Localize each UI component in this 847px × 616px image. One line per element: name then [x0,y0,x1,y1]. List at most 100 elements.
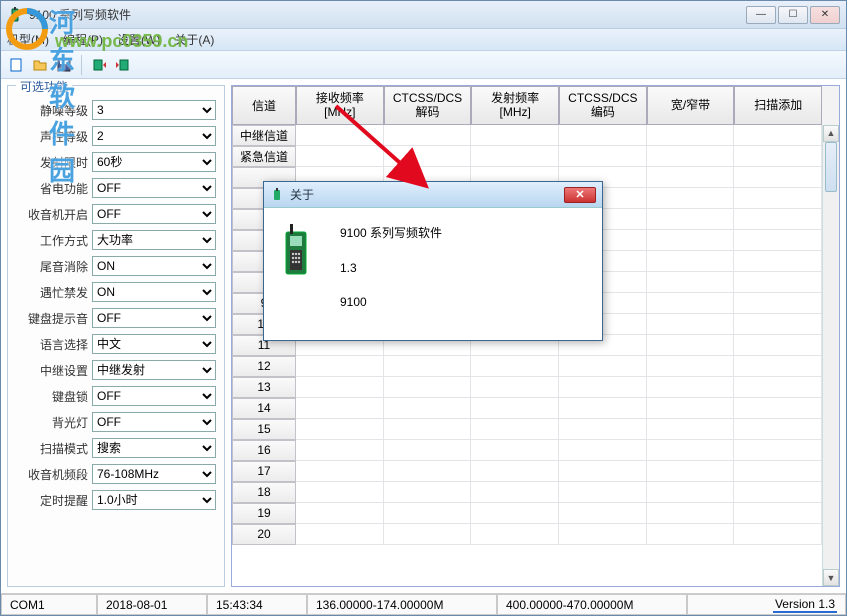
grid-cell[interactable] [296,398,384,419]
grid-cell[interactable] [296,419,384,440]
grid-cell[interactable] [734,503,822,524]
col-ctcss-decode[interactable]: CTCSS/DCS解码 [384,86,472,125]
grid-cell[interactable] [471,461,559,482]
option-select[interactable]: 3 [92,100,216,120]
write-icon[interactable] [114,56,132,74]
row-header[interactable]: 16 [232,440,296,461]
row-header[interactable]: 紧急信道 [232,146,296,167]
option-select[interactable]: 76-108MHz [92,464,216,484]
grid-cell[interactable] [384,146,472,167]
open-icon[interactable] [31,56,49,74]
option-select[interactable]: OFF [92,204,216,224]
table-row[interactable]: 17 [232,461,839,482]
grid-cell[interactable] [734,356,822,377]
grid-cell[interactable] [559,377,647,398]
grid-cell[interactable] [384,440,472,461]
grid-cell[interactable] [559,482,647,503]
option-select[interactable]: ON [92,256,216,276]
table-row[interactable]: 12 [232,356,839,377]
option-select[interactable]: 中继发射 [92,360,216,380]
grid-cell[interactable] [559,524,647,545]
grid-cell[interactable] [559,503,647,524]
grid-cell[interactable] [734,167,822,188]
option-select[interactable]: 大功率 [92,230,216,250]
menu-model[interactable]: 机型(M) [7,31,49,48]
scroll-down-icon[interactable]: ▼ [823,569,839,586]
grid-cell[interactable] [471,482,559,503]
grid-cell[interactable] [734,188,822,209]
row-header[interactable]: 中继信道 [232,125,296,146]
maximize-button[interactable]: ☐ [778,6,808,24]
table-row[interactable]: 15 [232,419,839,440]
menu-about[interactable]: 关于(A) [174,31,214,48]
option-select[interactable]: OFF [92,386,216,406]
option-select[interactable]: 60秒 [92,152,216,172]
table-row[interactable]: 14 [232,398,839,419]
grid-cell[interactable] [734,419,822,440]
col-bandwidth[interactable]: 宽/窄带 [647,86,735,125]
grid-cell[interactable] [559,440,647,461]
grid-cell[interactable] [647,335,735,356]
row-header[interactable]: 20 [232,524,296,545]
scroll-up-icon[interactable]: ▲ [823,125,839,142]
grid-cell[interactable] [647,188,735,209]
grid-cell[interactable] [647,251,735,272]
grid-cell[interactable] [384,419,472,440]
grid-cell[interactable] [471,419,559,440]
grid-cell[interactable] [559,356,647,377]
grid-cell[interactable] [734,524,822,545]
grid-cell[interactable] [647,440,735,461]
grid-cell[interactable] [647,314,735,335]
grid-cell[interactable] [384,398,472,419]
grid-cell[interactable] [734,398,822,419]
grid-cell[interactable] [734,482,822,503]
grid-cell[interactable] [647,419,735,440]
grid-cell[interactable] [559,419,647,440]
option-select[interactable]: 2 [92,126,216,146]
option-select[interactable]: 中文 [92,334,216,354]
new-icon[interactable] [7,56,25,74]
grid-cell[interactable] [296,146,384,167]
grid-cell[interactable] [296,503,384,524]
table-row[interactable]: 紧急信道 [232,146,839,167]
grid-cell[interactable] [471,524,559,545]
grid-cell[interactable] [296,125,384,146]
grid-cell[interactable] [559,461,647,482]
grid-cell[interactable] [647,398,735,419]
grid-cell[interactable] [647,461,735,482]
grid-cell[interactable] [296,356,384,377]
save-icon[interactable] [55,56,73,74]
row-header[interactable]: 17 [232,461,296,482]
grid-cell[interactable] [384,125,472,146]
grid-cell[interactable] [734,146,822,167]
scroll-thumb[interactable] [825,142,837,192]
grid-cell[interactable] [559,146,647,167]
grid-cell[interactable] [296,482,384,503]
grid-cell[interactable] [384,524,472,545]
grid-cell[interactable] [647,230,735,251]
grid-cell[interactable] [734,335,822,356]
grid-cell[interactable] [734,272,822,293]
grid-cell[interactable] [384,503,472,524]
table-row[interactable]: 20 [232,524,839,545]
close-button[interactable]: ✕ [810,6,840,24]
row-header[interactable]: 15 [232,419,296,440]
table-row[interactable]: 13 [232,377,839,398]
grid-corner[interactable]: 信道 [232,86,296,125]
grid-cell[interactable] [471,503,559,524]
read-icon[interactable] [90,56,108,74]
option-select[interactable]: OFF [92,412,216,432]
table-row[interactable]: 18 [232,482,839,503]
row-header[interactable]: 18 [232,482,296,503]
grid-cell[interactable] [734,125,822,146]
option-select[interactable]: 1.0小时 [92,490,216,510]
menu-program[interactable]: 编程(P) [63,31,103,48]
grid-cell[interactable] [734,230,822,251]
col-rx-freq[interactable]: 接收频率[MHz] [296,86,384,125]
option-select[interactable]: OFF [92,178,216,198]
grid-cell[interactable] [734,461,822,482]
grid-cell[interactable] [384,482,472,503]
grid-cell[interactable] [296,440,384,461]
grid-cell[interactable] [296,377,384,398]
row-header[interactable]: 19 [232,503,296,524]
